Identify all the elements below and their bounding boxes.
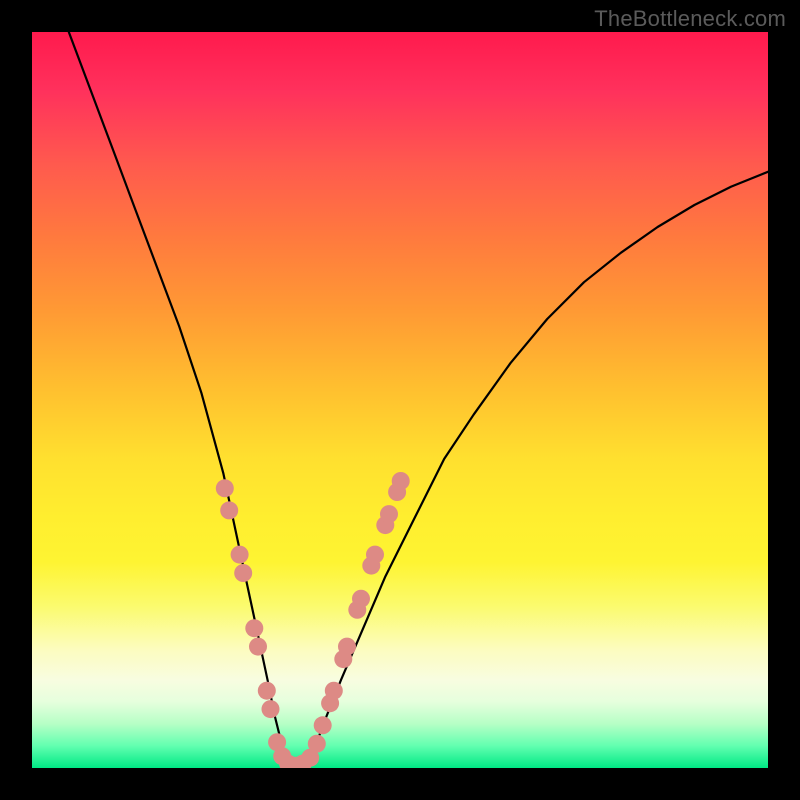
bottleneck-curve [69, 32, 768, 768]
marker-dots [216, 472, 410, 768]
chart-frame: TheBottleneck.com [0, 0, 800, 800]
plot-area [32, 32, 768, 768]
watermark-text: TheBottleneck.com [594, 6, 786, 32]
curve-layer [32, 32, 768, 768]
